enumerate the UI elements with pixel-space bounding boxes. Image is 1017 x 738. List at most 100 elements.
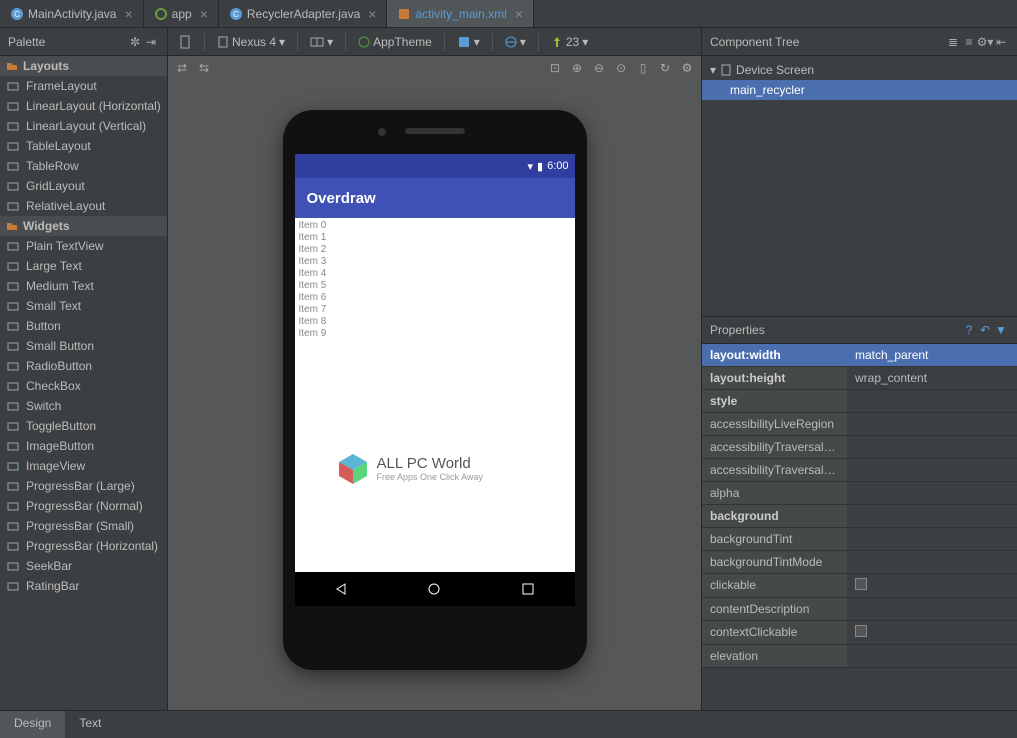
property-value[interactable] (847, 390, 1017, 412)
design-tab[interactable]: Design (0, 711, 65, 738)
refresh-icon[interactable]: ↻ (657, 60, 673, 76)
zoom-out-icon[interactable]: ⊖ (591, 60, 607, 76)
palette-panel: Palette ✼ ⇥ LayoutsFrameLayoutLinearLayo… (0, 28, 168, 710)
hide-icon[interactable]: ⇤ (993, 34, 1009, 50)
property-row[interactable]: layout:widthmatch_parent (702, 344, 1017, 367)
palette-group[interactable]: Widgets (0, 216, 167, 236)
property-row[interactable]: backgroundTintMode (702, 551, 1017, 574)
tree-device-screen[interactable]: ▾ Device Screen (702, 60, 1017, 80)
palette-item[interactable]: ImageButton (0, 436, 167, 456)
zoom-in-icon[interactable]: ⊕ (569, 60, 585, 76)
property-row[interactable]: accessibilityTraversalAfter (702, 436, 1017, 459)
palette-item[interactable]: Switch (0, 396, 167, 416)
palette-item[interactable]: Small Text (0, 296, 167, 316)
palette-item[interactable]: ProgressBar (Large) (0, 476, 167, 496)
gear-icon[interactable]: ✼ (127, 34, 143, 50)
palette-item[interactable]: LinearLayout (Vertical) (0, 116, 167, 136)
device-screen[interactable]: ▾ ▮ 6:00 Overdraw Item 0Item 1Item 2Item… (295, 154, 575, 606)
help-icon[interactable]: ? (961, 322, 977, 338)
palette-item[interactable]: Medium Text (0, 276, 167, 296)
property-row[interactable]: contentDescription (702, 598, 1017, 621)
palette-item[interactable]: Button (0, 316, 167, 336)
property-value[interactable] (847, 645, 1017, 667)
zoom-fit-icon[interactable]: ⊡ (547, 60, 563, 76)
tab-app[interactable]: app × (144, 0, 219, 27)
close-icon[interactable]: × (124, 6, 132, 22)
property-row[interactable]: clickable (702, 574, 1017, 598)
orientation-icon[interactable] (174, 33, 196, 51)
property-row[interactable]: background (702, 505, 1017, 528)
property-value[interactable] (847, 459, 1017, 481)
property-value[interactable]: match_parent (847, 344, 1017, 366)
property-value[interactable] (847, 621, 1017, 644)
tree-main-recycler[interactable]: main_recycler (702, 80, 1017, 100)
tab-mainactivity[interactable]: C MainActivity.java × (0, 0, 144, 27)
tab-recycleradapter[interactable]: C RecyclerAdapter.java × (219, 0, 388, 27)
palette-item[interactable]: GridLayout (0, 176, 167, 196)
palette-item[interactable]: RelativeLayout (0, 196, 167, 216)
palette-item[interactable]: FrameLayout (0, 76, 167, 96)
palette-item[interactable]: RatingBar (0, 576, 167, 596)
collapse-icon[interactable]: ⇥ (143, 34, 159, 50)
palette-group[interactable]: Layouts (0, 56, 167, 76)
property-row[interactable]: accessibilityLiveRegion (702, 413, 1017, 436)
palette-item[interactable]: TableRow (0, 156, 167, 176)
property-row[interactable]: style (702, 390, 1017, 413)
widget-icon (6, 119, 20, 133)
property-row[interactable]: alpha (702, 482, 1017, 505)
palette-item[interactable]: ImageView (0, 456, 167, 476)
property-value[interactable] (847, 551, 1017, 573)
palette-item[interactable]: RadioButton (0, 356, 167, 376)
undo-icon[interactable]: ↶ (977, 322, 993, 338)
device-selector[interactable]: Nexus 4 ▾ (213, 33, 289, 51)
property-value[interactable] (847, 598, 1017, 620)
activity-icon[interactable]: ▾ (453, 33, 484, 51)
property-value[interactable] (847, 413, 1017, 435)
collapse-all-icon[interactable]: ≡ (961, 34, 977, 50)
property-value[interactable] (847, 505, 1017, 527)
property-value[interactable] (847, 436, 1017, 458)
palette-item[interactable]: ProgressBar (Small) (0, 516, 167, 536)
widget-icon (6, 299, 20, 313)
variant-icon[interactable]: ▾ (306, 33, 337, 51)
settings-icon[interactable]: ⚙ (679, 60, 695, 76)
expand-all-icon[interactable]: ≣ (945, 34, 961, 50)
tab-activity-main[interactable]: activity_main.xml × (387, 0, 534, 27)
expand-icon[interactable]: ⇄ (174, 60, 190, 76)
palette-item[interactable]: LinearLayout (Horizontal) (0, 96, 167, 116)
property-row[interactable]: layout:heightwrap_content (702, 367, 1017, 390)
property-value[interactable] (847, 528, 1017, 550)
palette-item[interactable]: SeekBar (0, 556, 167, 576)
filter-icon[interactable]: ▼ (993, 322, 1009, 338)
widget-icon (6, 399, 20, 413)
checkbox-icon[interactable] (855, 578, 867, 590)
api-selector[interactable]: 23 ▾ (547, 33, 592, 51)
property-row[interactable]: contextClickable (702, 621, 1017, 645)
gear-icon[interactable]: ⚙▾ (977, 34, 993, 50)
shrink-icon[interactable]: ⇆ (196, 60, 212, 76)
theme-selector[interactable]: AppTheme (354, 33, 436, 51)
close-icon[interactable]: × (368, 6, 376, 22)
palette-item[interactable]: CheckBox (0, 376, 167, 396)
palette-item[interactable]: Plain TextView (0, 236, 167, 256)
property-value[interactable]: wrap_content (847, 367, 1017, 389)
screenshot-icon[interactable]: ▯ (635, 60, 651, 76)
property-row[interactable]: accessibilityTraversalBefore (702, 459, 1017, 482)
text-tab[interactable]: Text (65, 711, 115, 738)
property-row[interactable]: elevation (702, 645, 1017, 668)
palette-item[interactable]: Small Button (0, 336, 167, 356)
zoom-actual-icon[interactable]: ⊙ (613, 60, 629, 76)
property-value[interactable] (847, 482, 1017, 504)
palette-item[interactable]: TableLayout (0, 136, 167, 156)
list-item: Item 3 (299, 256, 571, 268)
property-value[interactable] (847, 574, 1017, 597)
locale-icon[interactable]: ▾ (501, 33, 530, 51)
close-icon[interactable]: × (200, 6, 208, 22)
palette-item[interactable]: Large Text (0, 256, 167, 276)
palette-item[interactable]: ProgressBar (Normal) (0, 496, 167, 516)
close-icon[interactable]: × (515, 6, 523, 22)
property-row[interactable]: backgroundTint (702, 528, 1017, 551)
palette-item[interactable]: ToggleButton (0, 416, 167, 436)
palette-item[interactable]: ProgressBar (Horizontal) (0, 536, 167, 556)
checkbox-icon[interactable] (855, 625, 867, 637)
